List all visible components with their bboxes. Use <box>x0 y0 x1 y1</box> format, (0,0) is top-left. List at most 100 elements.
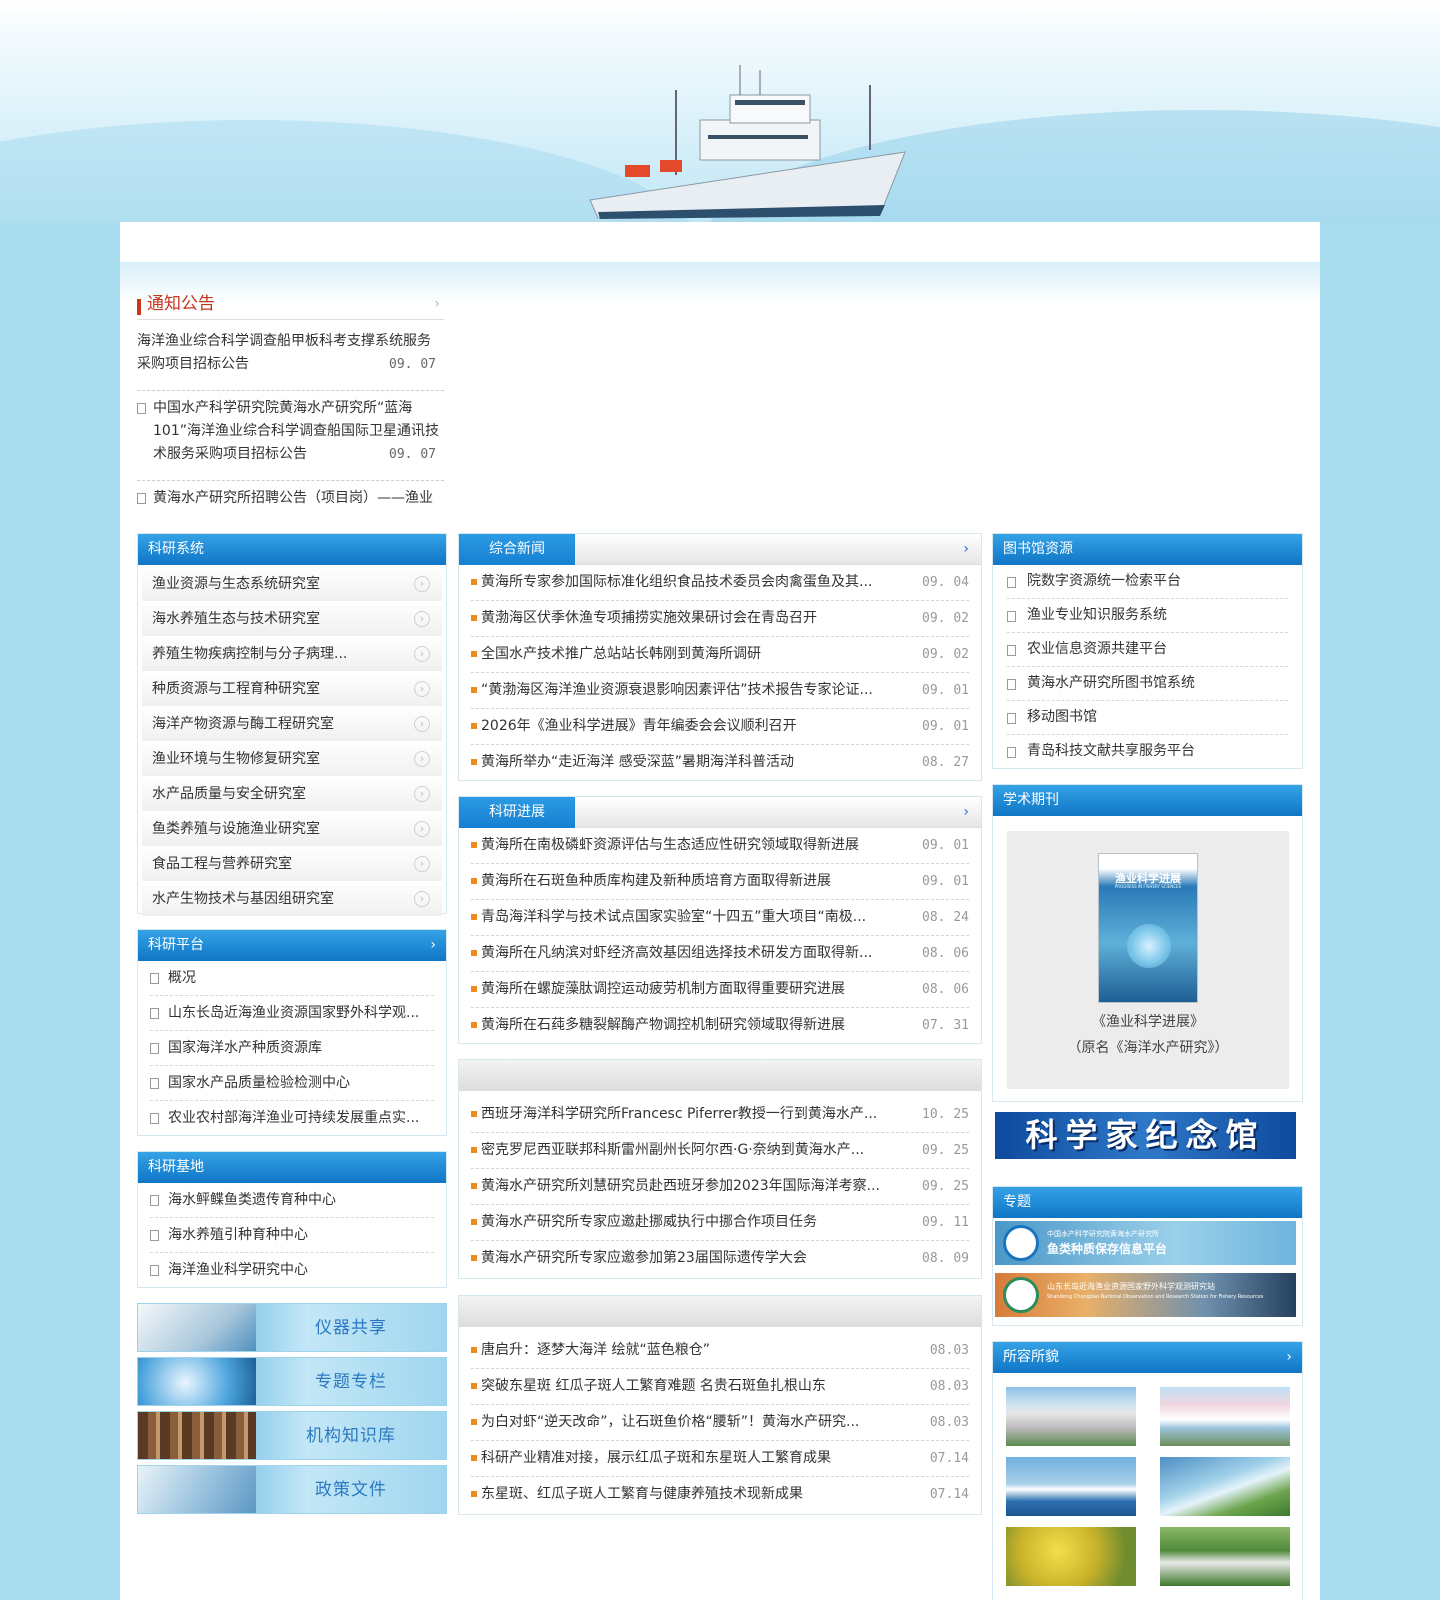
news-item[interactable]: 科研产业精准对接，展示红瓜子斑和东星斑人工繁育成果 07.14 <box>471 1441 969 1477</box>
gallery-photo-building[interactable] <box>1006 1387 1136 1446</box>
list-item[interactable]: 海洋渔业科学研究中心 <box>150 1253 434 1288</box>
banner-label[interactable]: 机构知识库 <box>256 1412 446 1459</box>
list-item[interactable]: 海水养殖引种育种中心 <box>150 1218 434 1253</box>
list-item[interactable]: 农业农村部海洋渔业可持续发展重点实... <box>150 1101 434 1136</box>
news-title[interactable]: 黄海所专家参加国际标准化组织食品技术委员会肉禽蛋鱼及其... <box>481 565 872 600</box>
list-item[interactable]: 国家水产品质量检验检测中心 <box>150 1066 434 1101</box>
chevron-right-icon[interactable]: › <box>963 534 969 565</box>
list-item[interactable]: 养殖生物疾病控制与分子病理... › <box>142 637 442 672</box>
chevron-right-icon[interactable]: › <box>434 292 440 316</box>
list-item[interactable]: 移动图书馆 <box>1007 701 1288 735</box>
journal-caption[interactable]: 《渔业科学进展》 <box>1007 1011 1289 1031</box>
list-item-label[interactable]: 海水鲆鲽鱼类遗传育种中心 <box>168 1192 336 1208</box>
news-item[interactable]: 黄海所在凡纳滨对虾经济高效基因组选择技术研发方面取得新... 08. 06 <box>471 936 969 972</box>
news-item[interactable]: 黄海水产研究所专家应邀赴挪威执行中挪合作项目任务 09. 11 <box>471 1205 969 1241</box>
gallery-photo-sculpture[interactable] <box>1160 1457 1290 1516</box>
news-title[interactable]: 突破东星斑 红瓜子斑人工繁育难题 名贵石斑鱼扎根山东 <box>481 1369 826 1404</box>
news-title[interactable]: 黄渤海区伏季休渔专项捕捞实施效果研讨会在青岛召开 <box>481 601 817 636</box>
list-item-label[interactable]: 水产品质量与安全研究室 <box>152 786 306 802</box>
list-item-label[interactable]: 渔业环境与生物修复研究室 <box>152 751 320 767</box>
news-item[interactable]: 黄海所在石斑鱼种质库构建及新种质培育方面取得新进展 09. 01 <box>471 864 969 900</box>
news-item[interactable]: “黄渤海区海洋渔业资源衰退影响因素评估”技术报告专家论证... 09. 01 <box>471 673 969 709</box>
list-item-label[interactable]: 海水养殖引种育种中心 <box>168 1227 308 1243</box>
list-item-label[interactable]: 青岛科技文献共享服务平台 <box>1027 743 1195 759</box>
news-title[interactable]: 黄海所在南极磷虾资源评估与生态适应性研究领域取得新进展 <box>481 828 859 863</box>
list-item[interactable]: 海洋产物资源与酶工程研究室 › <box>142 707 442 742</box>
notice-title[interactable]: 通知公告 › <box>137 292 444 320</box>
topic-changdao-station-banner[interactable]: 山东长岛近海渔业资源国家野外科学观测研究站 Shandong Changdao N… <box>995 1273 1296 1317</box>
list-item-label[interactable]: 种质资源与工程育种研究室 <box>152 681 320 697</box>
news-title[interactable]: 唐启升：逐梦大海洋 绘就“蓝色粮仓” <box>481 1333 710 1368</box>
news-item[interactable]: 为白对虾“逆天改命”，让石斑鱼价格“腰斩”！黄海水产研究... 08.03 <box>471 1405 969 1441</box>
news-title[interactable]: 黄海所在石莼多糖裂解酶产物调控机制研究领域取得新进展 <box>481 1008 845 1043</box>
news-item[interactable]: 青岛海洋科学与技术试点国家实验室“十四五”重大项目“南极... 08. 24 <box>471 900 969 936</box>
tab-news[interactable]: 综合新闻 <box>459 534 575 565</box>
list-item[interactable]: 青岛科技文献共享服务平台 <box>1007 735 1288 769</box>
news-item[interactable]: 黄海所专家参加国际标准化组织食品技术委员会肉禽蛋鱼及其... 09. 04 <box>471 565 969 601</box>
news-item[interactable]: 2026年《渔业科学进展》青年编委会会议顺利召开 09. 01 <box>471 709 969 745</box>
list-item[interactable]: 水产生物技术与基因组研究室 › <box>142 882 442 917</box>
list-item-label[interactable]: 黄海水产研究所图书馆系统 <box>1027 675 1195 691</box>
banner-label[interactable]: 专题专栏 <box>256 1358 446 1405</box>
news-title[interactable]: 黄海所在石斑鱼种质库构建及新种质培育方面取得新进展 <box>481 864 831 899</box>
news-item[interactable]: 突破东星斑 红瓜子斑人工繁育难题 名贵石斑鱼扎根山东 08.03 <box>471 1369 969 1405</box>
list-item-label[interactable]: 渔业专业知识服务系统 <box>1027 607 1167 623</box>
list-item-label[interactable]: 养殖生物疾病控制与分子病理... <box>152 646 347 662</box>
list-item[interactable]: 种质资源与工程育种研究室 › <box>142 672 442 707</box>
gallery-photo-flowers[interactable] <box>1006 1527 1136 1586</box>
knowledge-base-banner[interactable]: 机构知识库 <box>137 1411 447 1460</box>
journal-cover-image[interactable]: 渔业科学进展 PROGRESS IN FISHERY SCIENCES <box>1098 853 1198 1003</box>
banner-label[interactable]: 仪器共享 <box>256 1304 446 1351</box>
list-item-label[interactable]: 渔业资源与生态系统研究室 <box>152 576 320 592</box>
list-item-label[interactable]: 食品工程与营养研究室 <box>152 856 292 872</box>
news-title[interactable]: 东星斑、红瓜子斑人工繁育与健康养殖技术现新成果 <box>481 1477 803 1512</box>
list-item[interactable]: 山东长岛近海渔业资源国家野外科学观... <box>150 996 434 1031</box>
list-item-label[interactable]: 海洋渔业科学研究中心 <box>168 1262 308 1278</box>
list-item[interactable]: 鱼类养殖与设施渔业研究室 › <box>142 812 442 847</box>
list-item-label[interactable]: 海洋产物资源与酶工程研究室 <box>152 716 334 732</box>
news-item[interactable]: 密克罗尼西亚联邦科斯雷州副州长阿尔西·G·奈纳到黄海水产... 09. 25 <box>471 1133 969 1169</box>
scientist-hall-banner[interactable]: 科学家纪念馆 <box>995 1112 1296 1159</box>
list-item[interactable]: 院数字资源统一检索平台 <box>1007 565 1288 599</box>
news-item[interactable]: 黄海所在南极磷虾资源评估与生态适应性研究领域取得新进展 09. 01 <box>471 828 969 864</box>
list-item-label[interactable]: 鱼类养殖与设施渔业研究室 <box>152 821 320 837</box>
news-title[interactable]: 青岛海洋科学与技术试点国家实验室“十四五”重大项目“南极... <box>481 900 866 935</box>
news-item[interactable]: 东星斑、红瓜子斑人工繁育与健康养殖技术现新成果 07.14 <box>471 1477 969 1513</box>
gallery-photo-campus[interactable] <box>1160 1387 1290 1446</box>
news-title[interactable]: “黄渤海区海洋渔业资源衰退影响因素评估”技术报告专家论证... <box>481 673 873 708</box>
news-item[interactable]: 黄海所举办“走近海洋 感受深蓝”暑期海洋科普活动 08. 27 <box>471 745 969 781</box>
news-title[interactable]: 2026年《渔业科学进展》青年编委会会议顺利召开 <box>481 709 797 744</box>
news-item[interactable]: 黄渤海区伏季休渔专项捕捞实施效果研讨会在青岛召开 09. 02 <box>471 601 969 637</box>
news-item[interactable]: 唐启升：逐梦大海洋 绘就“蓝色粮仓” 08.03 <box>471 1333 969 1369</box>
notice-item[interactable]: 海洋渔业综合科学调查船甲板科考支撑系统服务采购项目招标公告 09. 07 <box>137 320 444 391</box>
notice-item[interactable]: 中国水产科学研究院黄海水产研究所“蓝海101”海洋渔业综合科学调查船国际卫星通讯… <box>137 391 444 481</box>
list-item-label[interactable]: 院数字资源统一检索平台 <box>1027 573 1181 589</box>
list-item[interactable]: 国家海洋水产种质资源库 <box>150 1031 434 1066</box>
gallery-photo-ship[interactable] <box>1006 1457 1136 1516</box>
list-item[interactable]: 食品工程与营养研究室 › <box>142 847 442 882</box>
notice-item-text[interactable]: 海洋渔业综合科学调查船甲板科考支撑系统服务采购项目招标公告 <box>137 333 431 372</box>
news-title[interactable]: 西班牙海洋科学研究所Francesc Piferrer教授一行到黄海水产... <box>481 1097 877 1132</box>
news-title[interactable]: 黄海水产研究所专家应邀赴挪威执行中挪合作项目任务 <box>481 1205 817 1240</box>
list-item-label[interactable]: 国家水产品质量检验检测中心 <box>168 1075 350 1091</box>
list-item-label[interactable]: 海水养殖生态与技术研究室 <box>152 611 320 627</box>
news-title[interactable]: 科研产业精准对接，展示红瓜子斑和东星斑人工繁育成果 <box>481 1441 831 1476</box>
tab-progress[interactable]: 科研进展 <box>459 797 575 828</box>
special-column-banner[interactable]: 专题专栏 <box>137 1357 447 1406</box>
news-title[interactable]: 全国水产技术推广总站站长韩刚到黄海所调研 <box>481 637 761 672</box>
list-item[interactable]: 海水养殖生态与技术研究室 › <box>142 602 442 637</box>
news-title[interactable]: 黄海所在凡纳滨对虾经济高效基因组选择技术研发方面取得新... <box>481 936 872 971</box>
list-item-label[interactable]: 山东长岛近海渔业资源国家野外科学观... <box>168 1005 419 1021</box>
news-title[interactable]: 为白对虾“逆天改命”，让石斑鱼价格“腰斩”！黄海水产研究... <box>481 1405 859 1440</box>
notice-item[interactable]: 黄海水产研究所招聘公告（项目岗）——渔业 <box>137 481 444 510</box>
news-item[interactable]: 全国水产技术推广总站站长韩刚到黄海所调研 09. 02 <box>471 637 969 673</box>
chevron-right-icon[interactable]: › <box>1286 1342 1292 1373</box>
list-item[interactable]: 渔业环境与生物修复研究室 › <box>142 742 442 777</box>
chevron-right-icon[interactable]: › <box>963 797 969 828</box>
chevron-right-icon[interactable]: › <box>430 930 436 961</box>
list-item-label[interactable]: 移动图书馆 <box>1027 709 1097 725</box>
news-item[interactable]: 黄海水产研究所专家应邀参加第23届国际遗传学大会 08. 09 <box>471 1241 969 1277</box>
news-item[interactable]: 黄海所在石莼多糖裂解酶产物调控机制研究领域取得新进展 07. 31 <box>471 1008 969 1044</box>
news-title[interactable]: 密克罗尼西亚联邦科斯雷州副州长阿尔西·G·奈纳到黄海水产... <box>481 1133 864 1168</box>
news-item[interactable]: 黄海水产研究所刘慧研究员赴西班牙参加2023年国际海洋考察... 09. 25 <box>471 1169 969 1205</box>
